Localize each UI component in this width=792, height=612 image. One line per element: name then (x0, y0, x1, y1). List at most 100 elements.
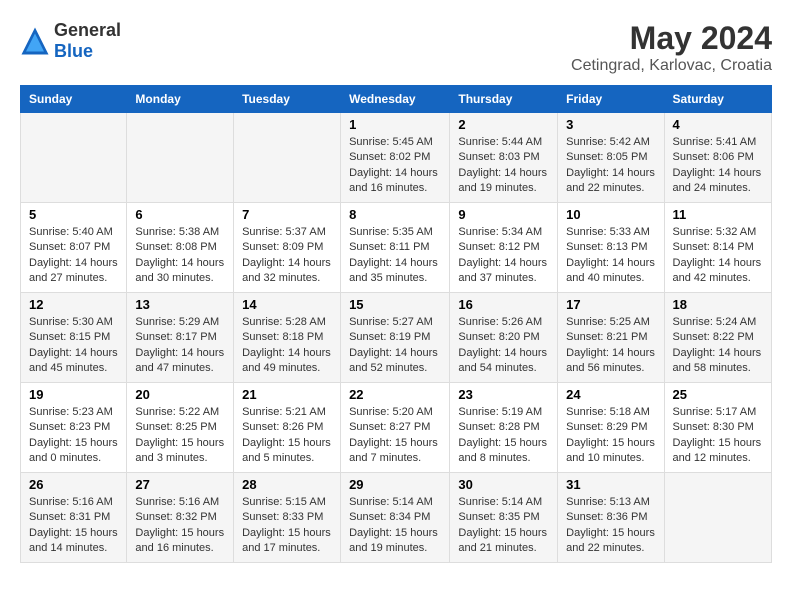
calendar-cell: 11 Sunrise: 5:32 AM Sunset: 8:14 PM Dayli… (664, 203, 771, 293)
calendar-header: SundayMondayTuesdayWednesdayThursdayFrid… (21, 86, 772, 113)
page-header: General Blue May 2024 Cetingrad, Karlova… (20, 20, 772, 75)
day-number: 1 (349, 117, 441, 132)
calendar-cell: 25 Sunrise: 5:17 AM Sunset: 8:30 PM Dayli… (664, 383, 771, 473)
calendar-cell: 15Sunrise: 5:27 AM Sunset: 8:19 PM Dayli… (341, 293, 450, 383)
calendar-cell: 9 Sunrise: 5:34 AM Sunset: 8:12 PM Daylig… (450, 203, 558, 293)
logo-general: General (54, 20, 121, 41)
header-row: SundayMondayTuesdayWednesdayThursdayFrid… (21, 86, 772, 113)
header-day-friday: Friday (558, 86, 664, 113)
day-info: Sunrise: 5:17 AM Sunset: 8:30 PM Dayligh… (673, 405, 763, 467)
calendar-cell: 21Sunrise: 5:21 AM Sunset: 8:26 PM Dayli… (234, 383, 341, 473)
header-day-tuesday: Tuesday (234, 86, 341, 113)
calendar-cell: 2 Sunrise: 5:44 AM Sunset: 8:03 PM Daylig… (450, 113, 558, 203)
calendar-cell: 3 Sunrise: 5:42 AM Sunset: 8:05 PM Daylig… (558, 113, 664, 203)
day-number: 2 (458, 117, 549, 132)
calendar-cell (127, 113, 234, 203)
day-info: Sunrise: 5:27 AM Sunset: 8:19 PM Dayligh… (349, 315, 441, 377)
week-row-1: 1Sunrise: 5:45 AM Sunset: 8:02 PM Daylig… (21, 113, 772, 203)
day-number: 14 (242, 297, 332, 312)
day-number: 10 (566, 207, 655, 222)
week-row-3: 12Sunrise: 5:30 AM Sunset: 8:15 PM Dayli… (21, 293, 772, 383)
day-info: Sunrise: 5:41 AM Sunset: 8:06 PM Dayligh… (673, 135, 763, 197)
day-info: Sunrise: 5:15 AM Sunset: 8:33 PM Dayligh… (242, 495, 332, 557)
day-number: 23 (458, 387, 549, 402)
day-info: Sunrise: 5:33 AM Sunset: 8:13 PM Dayligh… (566, 225, 655, 287)
day-number: 16 (458, 297, 549, 312)
day-info: Sunrise: 5:20 AM Sunset: 8:27 PM Dayligh… (349, 405, 441, 467)
day-number: 11 (673, 207, 763, 222)
day-info: Sunrise: 5:22 AM Sunset: 8:25 PM Dayligh… (135, 405, 225, 467)
calendar-cell: 14 Sunrise: 5:28 AM Sunset: 8:18 PM Dayli… (234, 293, 341, 383)
day-info: Sunrise: 5:34 AM Sunset: 8:12 PM Dayligh… (458, 225, 549, 287)
day-info: Sunrise: 5:18 AM Sunset: 8:29 PM Dayligh… (566, 405, 655, 467)
day-number: 20 (135, 387, 225, 402)
calendar-cell: 17 Sunrise: 5:25 AM Sunset: 8:21 PM Dayli… (558, 293, 664, 383)
day-info: Sunrise: 5:14 AM Sunset: 8:34 PM Dayligh… (349, 495, 441, 557)
day-number: 29 (349, 477, 441, 492)
calendar-subtitle: Cetingrad, Karlovac, Croatia (571, 57, 772, 75)
day-number: 6 (135, 207, 225, 222)
day-info: Sunrise: 5:26 AM Sunset: 8:20 PM Dayligh… (458, 315, 549, 377)
calendar-cell: 30 Sunrise: 5:14 AM Sunset: 8:35 PM Dayli… (450, 473, 558, 563)
header-day-saturday: Saturday (664, 86, 771, 113)
logo-icon (20, 26, 50, 56)
day-info: Sunrise: 5:42 AM Sunset: 8:05 PM Dayligh… (566, 135, 655, 197)
logo-text: General Blue (54, 20, 121, 62)
day-number: 21 (242, 387, 332, 402)
week-row-5: 26Sunrise: 5:16 AM Sunset: 8:31 PM Dayli… (21, 473, 772, 563)
calendar-cell: 26Sunrise: 5:16 AM Sunset: 8:31 PM Dayli… (21, 473, 127, 563)
day-number: 17 (566, 297, 655, 312)
calendar-cell: 10 Sunrise: 5:33 AM Sunset: 8:13 PM Dayli… (558, 203, 664, 293)
day-number: 22 (349, 387, 441, 402)
day-number: 12 (29, 297, 118, 312)
calendar-cell: 23 Sunrise: 5:19 AM Sunset: 8:28 PM Dayli… (450, 383, 558, 473)
day-info: Sunrise: 5:40 AM Sunset: 8:07 PM Dayligh… (29, 225, 118, 287)
day-number: 25 (673, 387, 763, 402)
calendar-cell: 20 Sunrise: 5:22 AM Sunset: 8:25 PM Dayli… (127, 383, 234, 473)
calendar-cell: 18 Sunrise: 5:24 AM Sunset: 8:22 PM Dayli… (664, 293, 771, 383)
day-number: 27 (135, 477, 225, 492)
day-number: 3 (566, 117, 655, 132)
day-number: 4 (673, 117, 763, 132)
day-number: 5 (29, 207, 118, 222)
week-row-2: 5 Sunrise: 5:40 AM Sunset: 8:07 PM Daylig… (21, 203, 772, 293)
calendar-title: May 2024 (571, 20, 772, 57)
day-info: Sunrise: 5:28 AM Sunset: 8:18 PM Dayligh… (242, 315, 332, 377)
day-info: Sunrise: 5:44 AM Sunset: 8:03 PM Dayligh… (458, 135, 549, 197)
calendar-cell: 12Sunrise: 5:30 AM Sunset: 8:15 PM Dayli… (21, 293, 127, 383)
day-info: Sunrise: 5:23 AM Sunset: 8:23 PM Dayligh… (29, 405, 118, 467)
day-info: Sunrise: 5:29 AM Sunset: 8:17 PM Dayligh… (135, 315, 225, 377)
calendar-cell: 4 Sunrise: 5:41 AM Sunset: 8:06 PM Daylig… (664, 113, 771, 203)
day-info: Sunrise: 5:24 AM Sunset: 8:22 PM Dayligh… (673, 315, 763, 377)
day-info: Sunrise: 5:19 AM Sunset: 8:28 PM Dayligh… (458, 405, 549, 467)
day-info: Sunrise: 5:37 AM Sunset: 8:09 PM Dayligh… (242, 225, 332, 287)
calendar-cell: 29 Sunrise: 5:14 AM Sunset: 8:34 PM Dayli… (341, 473, 450, 563)
calendar-cell: 31Sunrise: 5:13 AM Sunset: 8:36 PM Dayli… (558, 473, 664, 563)
calendar-body: 1Sunrise: 5:45 AM Sunset: 8:02 PM Daylig… (21, 113, 772, 563)
header-day-monday: Monday (127, 86, 234, 113)
title-block: May 2024 Cetingrad, Karlovac, Croatia (571, 20, 772, 75)
day-info: Sunrise: 5:35 AM Sunset: 8:11 PM Dayligh… (349, 225, 441, 287)
calendar-cell: 22 Sunrise: 5:20 AM Sunset: 8:27 PM Dayli… (341, 383, 450, 473)
calendar-cell: 8Sunrise: 5:35 AM Sunset: 8:11 PM Daylig… (341, 203, 450, 293)
header-day-sunday: Sunday (21, 86, 127, 113)
calendar-cell (21, 113, 127, 203)
day-number: 13 (135, 297, 225, 312)
day-info: Sunrise: 5:32 AM Sunset: 8:14 PM Dayligh… (673, 225, 763, 287)
day-info: Sunrise: 5:16 AM Sunset: 8:32 PM Dayligh… (135, 495, 225, 557)
day-number: 31 (566, 477, 655, 492)
day-info: Sunrise: 5:16 AM Sunset: 8:31 PM Dayligh… (29, 495, 118, 557)
week-row-4: 19Sunrise: 5:23 AM Sunset: 8:23 PM Dayli… (21, 383, 772, 473)
header-day-wednesday: Wednesday (341, 86, 450, 113)
calendar-cell: 27 Sunrise: 5:16 AM Sunset: 8:32 PM Dayli… (127, 473, 234, 563)
day-number: 9 (458, 207, 549, 222)
calendar-cell: 28Sunrise: 5:15 AM Sunset: 8:33 PM Dayli… (234, 473, 341, 563)
day-info: Sunrise: 5:14 AM Sunset: 8:35 PM Dayligh… (458, 495, 549, 557)
day-number: 30 (458, 477, 549, 492)
calendar-cell: 19Sunrise: 5:23 AM Sunset: 8:23 PM Dayli… (21, 383, 127, 473)
calendar-cell (234, 113, 341, 203)
day-info: Sunrise: 5:25 AM Sunset: 8:21 PM Dayligh… (566, 315, 655, 377)
calendar-cell: 1Sunrise: 5:45 AM Sunset: 8:02 PM Daylig… (341, 113, 450, 203)
calendar-cell: 6Sunrise: 5:38 AM Sunset: 8:08 PM Daylig… (127, 203, 234, 293)
day-number: 18 (673, 297, 763, 312)
